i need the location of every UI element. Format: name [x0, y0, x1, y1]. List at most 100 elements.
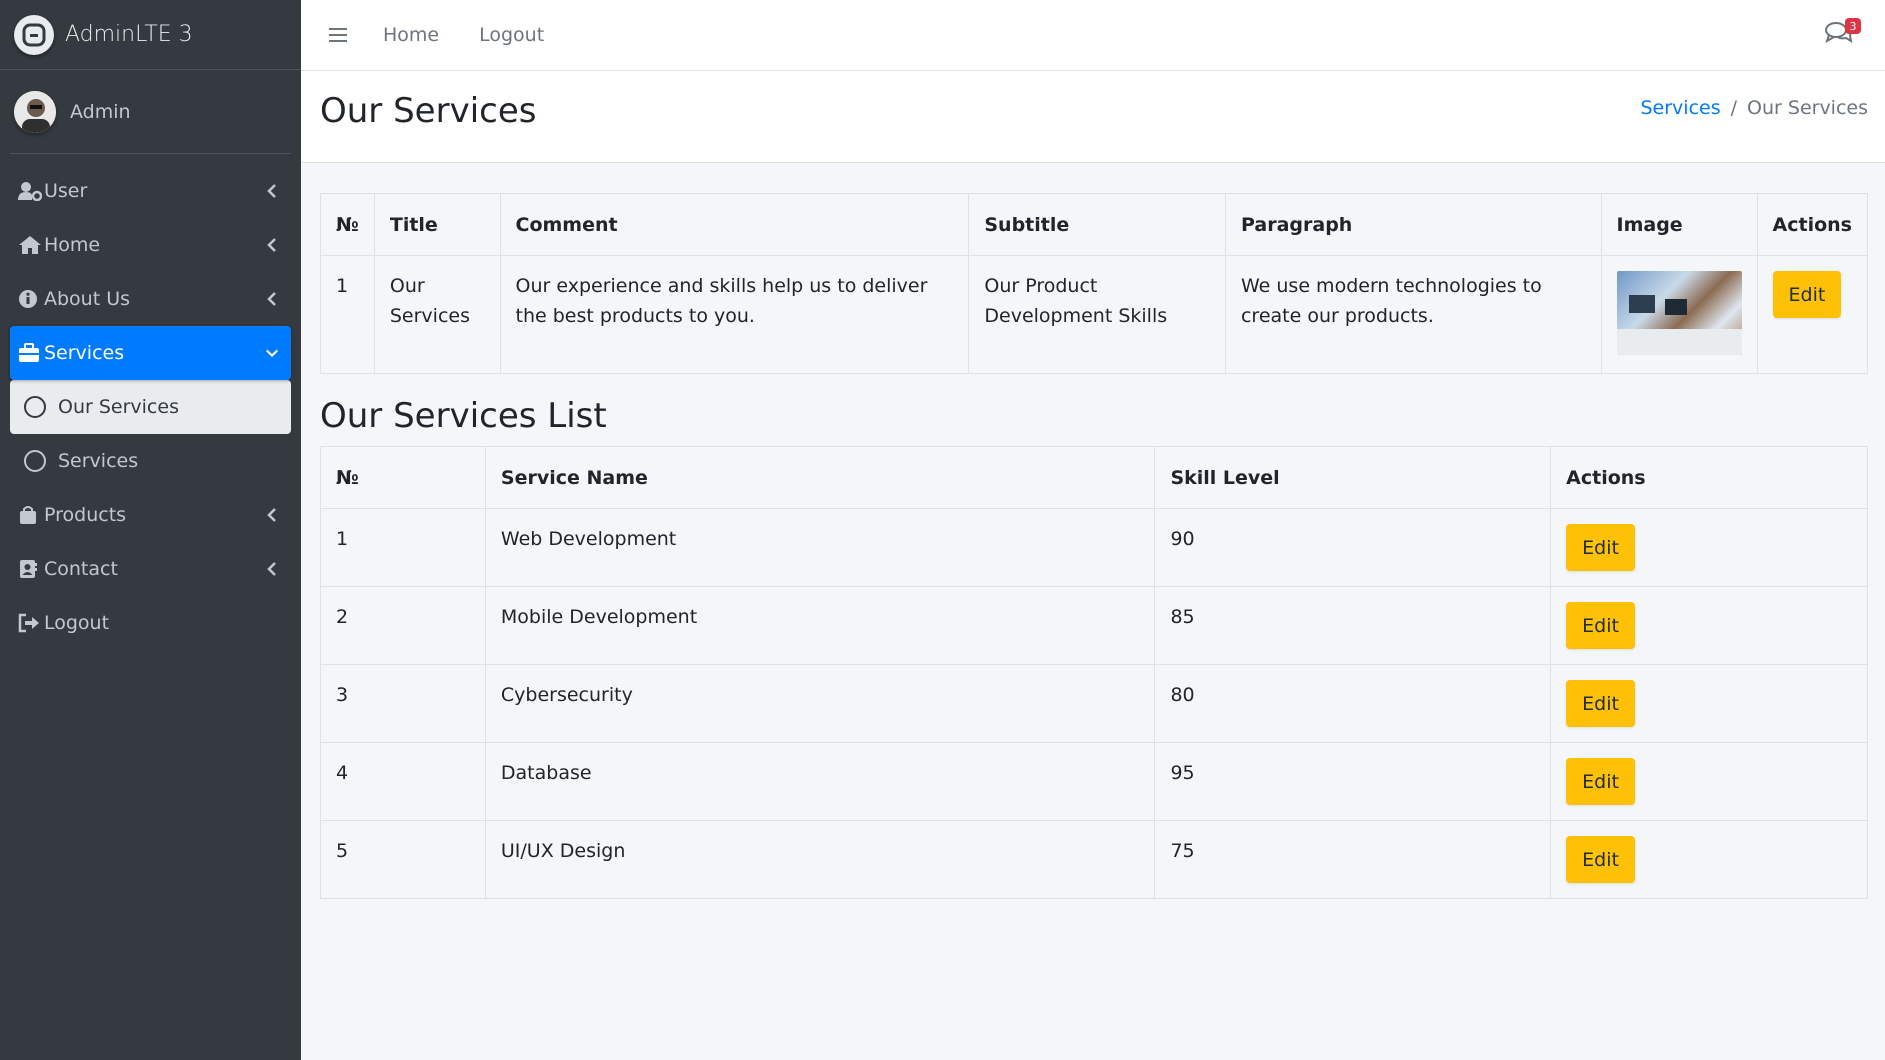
cell-no: 1	[320, 508, 486, 587]
sidebar-item-about-us[interactable]: About Us	[10, 272, 291, 326]
column-header: Actions	[1550, 446, 1868, 509]
cell-skill-level: 85	[1154, 586, 1552, 665]
sidebar-item-contact[interactable]: Contact	[10, 542, 291, 596]
cell-actions: Edit	[1756, 255, 1869, 374]
cell-actions: Edit	[1550, 664, 1868, 743]
sidebar-item-label: Contact	[44, 558, 118, 580]
breadcrumb-separator: /	[1730, 97, 1738, 119]
edit-button[interactable]: Edit	[1772, 271, 1842, 318]
sidebar-subitem-label: Our Services	[58, 396, 179, 418]
column-header: №	[320, 446, 486, 509]
cell-service-name: Mobile Development	[484, 586, 1156, 665]
brand-link[interactable]: AdminLTE 3	[0, 0, 301, 70]
sign-out-icon	[18, 611, 44, 635]
avatar	[14, 90, 56, 133]
cell-actions: Edit	[1550, 508, 1868, 587]
chevron-left-icon	[265, 289, 279, 309]
brand-title: AdminLTE 3	[65, 22, 193, 47]
chevron-left-icon	[265, 181, 279, 201]
column-header: Skill Level	[1154, 446, 1552, 509]
edit-button[interactable]: Edit	[1566, 602, 1635, 649]
cell-no: 1	[320, 255, 375, 374]
user-name: Admin	[70, 100, 131, 123]
column-header: Comment	[499, 193, 970, 256]
user-panel[interactable]: Admin	[10, 70, 291, 154]
breadcrumb-link-services[interactable]: Services	[1641, 97, 1721, 119]
column-header: Subtitle	[968, 193, 1226, 256]
edit-button[interactable]: Edit	[1566, 758, 1635, 805]
cell-service-name: Cybersecurity	[484, 664, 1156, 743]
cell-no: 5	[320, 820, 486, 899]
topnav-logout-link[interactable]: Logout	[479, 24, 544, 46]
table-header-row: № Title Comment Subtitle Paragraph Image…	[320, 193, 1869, 256]
sidebar-item-home[interactable]: Home	[10, 218, 291, 272]
circle-icon	[24, 396, 46, 418]
sidebar-subitem-our-services[interactable]: Our Services	[10, 380, 291, 434]
sidebar-nav: User Home About Us Services Our Services…	[0, 154, 301, 650]
brand-logo-icon	[14, 14, 54, 55]
column-header: Paragraph	[1224, 193, 1602, 256]
sidebar-item-label: Services	[44, 342, 125, 364]
chevron-left-icon	[265, 505, 279, 525]
cell-no: 4	[320, 742, 486, 821]
topnav-home-link[interactable]: Home	[383, 24, 439, 46]
column-header: Service Name	[484, 446, 1156, 509]
cell-title: Our Services	[373, 255, 501, 374]
messages-button[interactable]: 3	[1825, 18, 1861, 48]
sidebar-subitem-label: Services	[58, 450, 139, 472]
edit-button[interactable]: Edit	[1566, 524, 1635, 571]
user-cog-icon	[18, 179, 44, 203]
hamburger-menu-icon[interactable]	[329, 28, 359, 42]
sidebar-item-label: Logout	[44, 612, 110, 634]
table-row: 1 Web Development 90 Edit	[320, 508, 1868, 587]
table-row: 5 UI/UX Design 75 Edit	[320, 820, 1868, 899]
our-services-table: № Title Comment Subtitle Paragraph Image…	[320, 193, 1869, 374]
chevron-left-icon	[265, 559, 279, 579]
briefcase-icon	[18, 341, 44, 365]
address-book-icon	[18, 557, 44, 581]
top-navbar: Home Logout 3	[301, 0, 1885, 71]
cell-skill-level: 90	[1154, 508, 1552, 587]
section-title: Our Services List	[320, 396, 607, 436]
cell-service-name: UI/UX Design	[484, 820, 1156, 899]
sidebar: AdminLTE 3 Admin User Home About Us Serv…	[0, 0, 301, 1060]
chevron-down-icon	[265, 343, 279, 363]
circle-icon	[24, 450, 46, 472]
table-row: 1 Our Services Our experience and skills…	[320, 255, 1869, 374]
edit-button[interactable]: Edit	[1566, 836, 1635, 883]
table-row: 4 Database 95 Edit	[320, 742, 1868, 821]
cell-no: 3	[320, 664, 486, 743]
cell-actions: Edit	[1550, 742, 1868, 821]
cell-skill-level: 80	[1154, 664, 1552, 743]
table-row: 3 Cybersecurity 80 Edit	[320, 664, 1868, 743]
sidebar-item-label: Products	[44, 504, 127, 526]
cell-service-name: Web Development	[484, 508, 1156, 587]
cell-no: 2	[320, 586, 486, 665]
cell-skill-level: 95	[1154, 742, 1552, 821]
cell-actions: Edit	[1550, 820, 1868, 899]
sidebar-item-user[interactable]: User	[10, 164, 291, 218]
sidebar-subitem-services[interactable]: Services	[10, 434, 291, 488]
breadcrumb-current: Our Services	[1747, 97, 1868, 119]
column-header: №	[320, 193, 375, 256]
cell-comment: Our experience and skills help us to del…	[499, 255, 970, 374]
table-header-row: № Service Name Skill Level Actions	[320, 446, 1868, 509]
edit-button[interactable]: Edit	[1566, 680, 1635, 727]
sidebar-item-products[interactable]: Products	[10, 488, 291, 542]
shopping-bag-icon	[18, 503, 44, 527]
cell-image	[1600, 255, 1758, 374]
sidebar-item-label: Home	[44, 234, 101, 256]
breadcrumb: Services / Our Services	[1641, 97, 1869, 119]
cell-actions: Edit	[1550, 586, 1868, 665]
sidebar-item-logout[interactable]: Logout	[10, 596, 291, 650]
main-content: № Title Comment Subtitle Paragraph Image…	[320, 193, 1869, 899]
chevron-left-icon	[265, 235, 279, 255]
sidebar-item-services[interactable]: Services	[10, 326, 291, 380]
cell-service-name: Database	[484, 742, 1156, 821]
cell-paragraph: We use modern technologies to create our…	[1224, 255, 1602, 374]
info-circle-icon	[18, 287, 44, 311]
sidebar-item-label: About Us	[44, 288, 131, 310]
service-image	[1616, 271, 1742, 355]
cell-subtitle: Our Product Development Skills	[968, 255, 1226, 374]
messages-badge: 3	[1845, 18, 1861, 34]
